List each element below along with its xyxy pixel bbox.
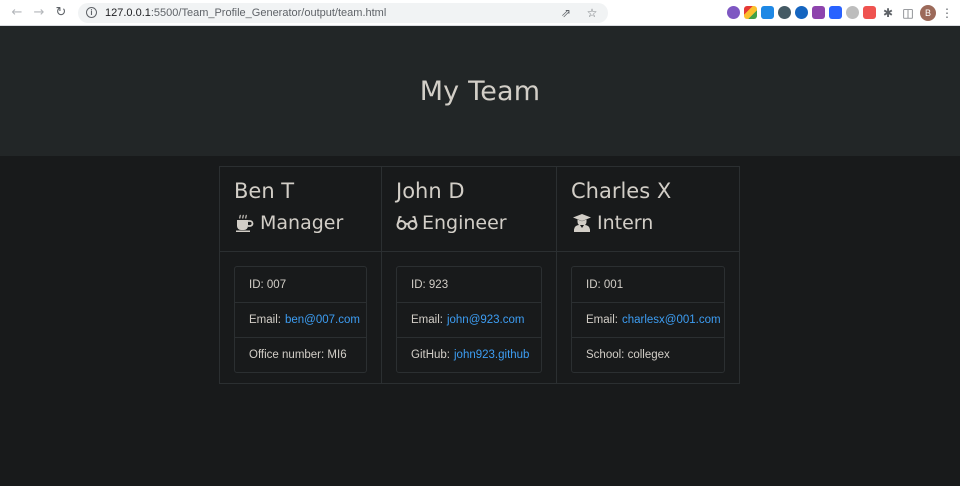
employee-card: Charles X Intern ID: 001 Email: charlesx@… [557,166,740,384]
employee-role: Manager [234,209,367,237]
back-icon[interactable]: ← [6,2,28,24]
extension-icon[interactable] [778,6,791,19]
details-list: ID: 007 Email: ben@007.com Office number:… [234,266,367,373]
role-label: Manager [260,212,344,234]
list-item-id: ID: 001 [586,278,624,291]
coffee-icon [234,212,256,234]
github-link[interactable]: john923.github [454,349,529,361]
email-link[interactable]: john@923.com [447,314,525,326]
list-item-email: Email: ben@007.com [235,302,366,337]
email-link[interactable]: charlesx@001.com [622,314,721,326]
browser-toolbar: ← → ↻ i 127.0.0.1:5500/Team_Profile_Gene… [0,0,960,26]
graduate-icon [571,212,593,234]
list-item-email: Email: charlesx@001.com [572,302,724,337]
role-label: Intern [597,212,654,234]
employee-id: 007 [266,278,287,291]
extension-icon[interactable] [846,6,859,19]
employee-name: John D [396,179,465,203]
list-item-github: GitHub: john923.github [397,337,541,372]
list-item-id: ID: 007 [249,278,287,291]
share-icon[interactable]: ⇗ [558,6,574,20]
header-banner: My Team [0,26,960,156]
employee-card: Ben T Manager ID: 007 Email: ben@007.com … [219,166,382,384]
url-path: :5500/Team_Profile_Generator/output/team… [150,6,387,19]
side-panel-icon[interactable]: ◫ [900,6,916,20]
employee-id: 001 [603,278,624,291]
employee-role: Intern [571,209,725,237]
forward-icon[interactable]: → [28,2,50,24]
extension-icon[interactable] [829,6,842,19]
card-header: Charles X Intern [557,167,739,252]
puzzle-icon[interactable]: ✱ [880,6,896,20]
bookmark-star-icon[interactable]: ☆ [584,6,600,20]
card-header: John D Engineer [382,167,556,252]
details-list: ID: 923 Email: john@923.com GitHub: john92… [396,266,542,373]
list-item-school: School: collegex [572,337,724,372]
employee-card: John D Engineer ID: 923 Email: john@923.c… [382,166,557,384]
email-link[interactable]: ben@007.com [285,314,360,326]
office-number: MI6 [327,349,347,361]
extension-icon[interactable] [795,6,808,19]
extension-icon[interactable] [744,6,757,19]
url-host: 127.0.0.1 [105,6,151,19]
employee-role: Engineer [396,209,542,237]
card-header: Ben T Manager [220,167,381,252]
list-item-email: Email: john@923.com [397,302,541,337]
list-item-id: ID: 923 [411,278,449,291]
address-bar[interactable]: i 127.0.0.1:5500/Team_Profile_Generator/… [78,2,608,23]
reload-icon[interactable]: ↻ [50,2,72,24]
menu-icon[interactable]: ⋮ [940,6,954,20]
glasses-icon [396,212,418,234]
extension-icon[interactable] [863,6,876,19]
employee-id: 923 [428,278,449,291]
employee-name: Ben T [234,179,295,203]
role-label: Engineer [422,212,507,234]
extension-icon[interactable] [761,6,774,19]
extension-icon[interactable] [727,6,740,19]
school-name: collegex [627,349,670,361]
employee-name: Charles X [571,179,672,203]
extension-icon[interactable] [812,6,825,19]
list-item-office: Office number: MI6 [235,337,366,372]
team-cards: Ben T Manager ID: 007 Email: ben@007.com … [219,166,740,384]
page-title: My Team [419,75,541,107]
details-list: ID: 001 Email: charlesx@001.com School: c… [571,266,725,373]
site-info-icon[interactable]: i [86,7,97,18]
avatar[interactable]: B [920,4,936,21]
